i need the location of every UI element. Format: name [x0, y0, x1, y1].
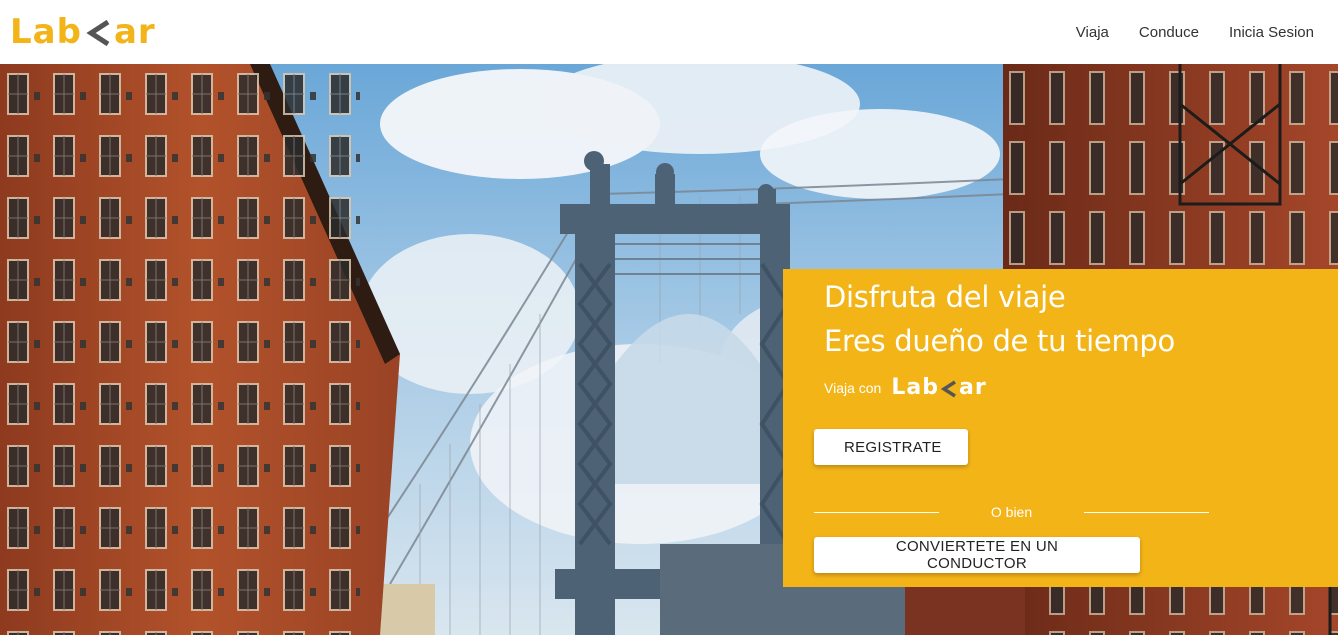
divider-text: O bien	[990, 504, 1033, 520]
nav-link-conduce[interactable]: Conduce	[1139, 24, 1199, 41]
register-button[interactable]: REGISTRATE	[814, 429, 968, 465]
logo-text-right: ar	[113, 12, 156, 52]
viaja-con-text: Viaja con	[824, 379, 882, 396]
nav-link-inicia-sesion[interactable]: Inicia Sesion	[1229, 24, 1314, 41]
hero-section: Disfruta del viaje Eres dueño de tu tiem…	[0, 64, 1338, 635]
become-driver-button[interactable]: CONVIERTETE EN UN CONDUCTOR	[814, 537, 1140, 573]
divider-line-left	[814, 511, 939, 513]
main-nav: Viaja Conduce Inicia Sesion	[1076, 24, 1314, 41]
or-divider: O bien	[814, 504, 1209, 520]
card-logo-chevron-icon	[940, 377, 958, 399]
logo-text-left: Lab	[10, 12, 82, 52]
top-navbar: Lab ar Viaja Conduce Inicia Sesion	[0, 0, 1338, 64]
brand-logo[interactable]: Lab ar	[10, 12, 156, 52]
card-logo-text-right: ar	[958, 375, 987, 400]
card-brand-logo: Lab ar	[891, 375, 986, 400]
divider-line-right	[1084, 511, 1209, 513]
hero-signup-card: Disfruta del viaje Eres dueño de tu tiem…	[783, 269, 1338, 587]
logo-chevron-icon	[84, 15, 112, 49]
hero-headline-1: Disfruta del viaje	[824, 280, 1066, 314]
viaja-con-row: Viaja con Lab ar	[824, 375, 1338, 400]
card-logo-text-left: Lab	[891, 375, 939, 400]
nav-link-viaja[interactable]: Viaja	[1076, 24, 1109, 41]
hero-headline-2: Eres dueño de tu tiempo	[824, 324, 1175, 358]
